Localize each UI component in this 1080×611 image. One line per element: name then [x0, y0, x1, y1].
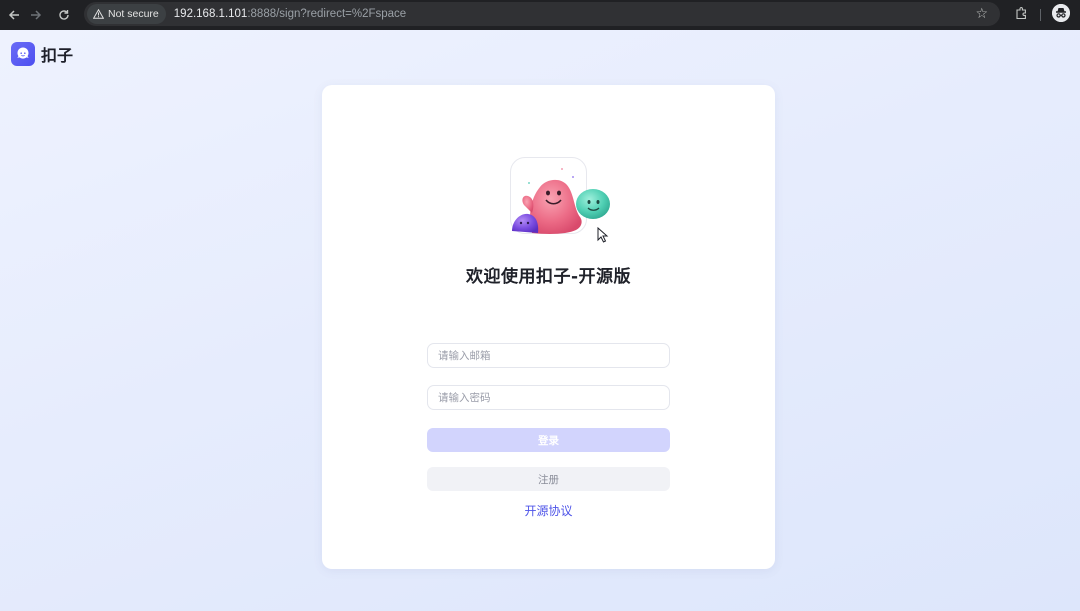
browser-toolbar: Not secure 192.168.1.101:8888/sign?redir… — [0, 0, 1080, 30]
register-button[interactable]: 注册 — [427, 467, 670, 491]
url-text[interactable]: 192.168.1.101:8888/sign?redirect=%2Fspac… — [174, 8, 406, 20]
reload-icon — [59, 10, 69, 20]
brand-logo-icon — [11, 42, 35, 66]
mascot-icon — [17, 47, 29, 59]
page-body: 扣子 欢迎使用扣子-开源版 请输入邮箱 登录 注册 开源协议 — [0, 30, 1080, 611]
login-button[interactable]: 登录 — [427, 428, 670, 452]
security-label: Not secure — [108, 8, 159, 20]
forward-button[interactable] — [22, 3, 50, 27]
open-source-license-link[interactable]: 开源协议 — [322, 502, 775, 519]
reload-button[interactable] — [50, 3, 78, 27]
brand[interactable]: 扣子 — [11, 42, 73, 66]
arrow-right-icon — [31, 10, 42, 20]
password-input[interactable] — [428, 386, 669, 410]
site-security-chip[interactable]: Not secure — [87, 4, 166, 24]
url-host: 192.168.1.101 — [173, 8, 248, 20]
brand-name: 扣子 — [41, 46, 74, 65]
address-bar[interactable]: Not secure 192.168.1.101:8888/sign?redir… — [84, 2, 1000, 26]
mascot-illustration — [510, 157, 614, 235]
mascots-image — [512, 168, 610, 234]
welcome-title: 欢迎使用扣子-开源版 — [465, 267, 632, 287]
email-field[interactable] — [427, 343, 670, 368]
url-path: :8888/sign?redirect=%2Fspace — [247, 8, 407, 20]
extensions-button[interactable] — [1012, 3, 1030, 23]
password-field[interactable] — [427, 385, 670, 410]
bookmark-star-icon[interactable]: ☆ — [975, 6, 988, 22]
profile-avatar[interactable] — [1052, 4, 1070, 22]
toolbar-divider — [1040, 9, 1041, 21]
arrow-left-icon — [8, 10, 19, 20]
incognito-icon — [1052, 4, 1070, 22]
mouse-cursor-icon — [597, 227, 609, 243]
email-input[interactable] — [428, 344, 669, 368]
warning-triangle-icon — [93, 9, 104, 19]
puzzle-icon — [1015, 6, 1026, 19]
login-card: 欢迎使用扣子-开源版 登录 注册 开源协议 — [322, 85, 775, 569]
